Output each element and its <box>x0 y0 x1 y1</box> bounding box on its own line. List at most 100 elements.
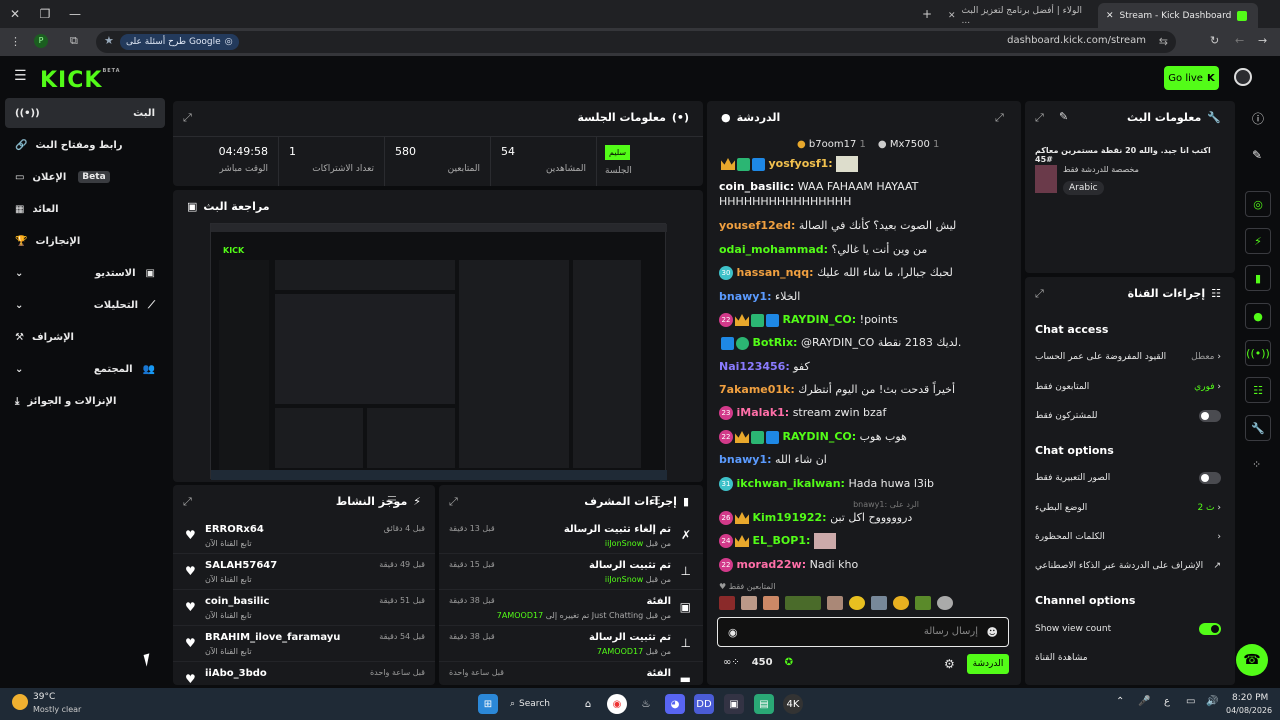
chat-message[interactable]: 26 Kim191922: دروووووح اكل تبن <box>719 510 1009 525</box>
weather-desc[interactable]: Mostly clear <box>33 705 81 714</box>
followers-only-setting[interactable]: المتابعون فقط فوري › <box>1035 377 1221 397</box>
chat-message[interactable]: 7akame01k: أخيراً قدحت بث! من اليوم أنتظ… <box>719 382 1009 397</box>
app-icon[interactable]: ▣ <box>724 694 744 714</box>
kick-logo[interactable]: KICKBETA <box>40 68 121 93</box>
menu-dots-icon[interactable]: ⋮ <box>10 35 21 48</box>
emote-image[interactable] <box>719 596 735 610</box>
network-icon[interactable]: ▭ <box>1186 696 1195 707</box>
expand-icon[interactable]: ⤢ <box>449 495 458 509</box>
expand-icon[interactable]: ⤢ <box>1035 287 1044 301</box>
add-widget-icon[interactable]: ⁘ <box>1252 458 1261 471</box>
clock-time[interactable]: 8:20 PM <box>1232 693 1268 703</box>
emote-image[interactable] <box>871 596 887 610</box>
close-tab-icon[interactable]: ✕ <box>948 11 956 21</box>
expand-icon[interactable]: ⤢ <box>1035 111 1044 125</box>
chat-message[interactable]: bnawy1: الخلاء <box>719 289 1009 304</box>
expand-icon[interactable]: ⤢ <box>995 111 1004 125</box>
sidebar-item-studio[interactable]: ⌄ الاستديو ▣ <box>5 258 165 288</box>
send-chat-button[interactable]: الدردشة <box>967 654 1009 674</box>
infinity-icon[interactable]: ∞⁘ <box>723 657 740 668</box>
top-gifter-1[interactable]: ● b7oom17 1 <box>797 139 866 150</box>
omnibox[interactable]: ★ طرح أسئلة على Google ◎ dashboard.kick.c… <box>96 31 1176 53</box>
edit-icon[interactable]: ✎ <box>1252 148 1262 162</box>
google-search-chip[interactable]: طرح أسئلة على Google ◎ <box>120 34 239 50</box>
new-tab-icon[interactable]: + <box>912 0 942 28</box>
weather-temp[interactable]: 39°C <box>33 692 55 702</box>
chat-message[interactable]: 30 hassan_nqq: لحبك جبالرا، ما شاء الله … <box>719 265 1009 280</box>
rail-bolt-icon[interactable]: ⚡ <box>1245 228 1271 254</box>
points-icon[interactable]: ✪ <box>785 657 793 668</box>
chat-message[interactable]: 31 ikchwan_ikalwan: Hada huwa l3ib <box>719 476 1009 491</box>
smiley-icon[interactable]: ☻ <box>987 626 998 639</box>
minimize-window-icon[interactable]: — <box>60 0 90 28</box>
account-age-setting[interactable]: القيود المفروضة على عمر الحساب معطل › <box>1035 347 1221 367</box>
emote-image[interactable] <box>937 596 953 610</box>
show-view-count-toggle[interactable] <box>1199 623 1221 635</box>
emote-image[interactable] <box>915 596 931 610</box>
sidebar-item-stream-key[interactable]: 🔗 رابط ومفتاح البث <box>5 130 165 160</box>
chat-message[interactable]: yousef12ed: ليش الصوت بعيد؟ كأنك في الصا… <box>719 218 1009 233</box>
support-headset-icon[interactable]: ☎ <box>1236 644 1268 676</box>
chat-input[interactable]: ◉ إرسال رسالة ☻ <box>717 617 1009 647</box>
back-icon[interactable]: → <box>1258 34 1267 47</box>
sidebar-item-analytics[interactable]: ⌄ التحليلات ⟋ <box>5 290 165 320</box>
hamburger-menu-icon[interactable]: ☰ <box>14 68 27 84</box>
close-tab-icon[interactable]: ✕ <box>1106 11 1114 21</box>
rail-shield-icon[interactable]: ▮ <box>1245 265 1271 291</box>
top-gifter-2[interactable]: ● Mx7500 1 <box>878 139 939 150</box>
sidebar-item-revenue[interactable]: ▦ العائد <box>5 194 165 224</box>
rail-live-icon[interactable]: ((•)) <box>1245 340 1271 366</box>
reload-icon[interactable]: ↻ <box>1210 34 1219 47</box>
settings-gear-icon[interactable]: ⚙ <box>944 657 955 671</box>
chat-message[interactable]: 22 morad22w: Nadi kho <box>719 557 1009 572</box>
volume-icon[interactable]: 🔊 <box>1206 696 1218 707</box>
taskbar-search[interactable]: ⌕ Search <box>510 694 570 714</box>
language-indicator[interactable]: ع <box>1164 696 1170 707</box>
stream-preview-video[interactable]: KICK <box>210 223 667 480</box>
sidebar-item-ads[interactable]: ▭ الإعلان Beta <box>5 162 165 192</box>
emote-image[interactable] <box>849 596 865 610</box>
chat-message[interactable]: 24 EL_BOP1: <box>719 533 1009 549</box>
steam-app-icon[interactable]: ♨ <box>636 694 656 714</box>
extensions-icon[interactable]: ⧉ <box>70 34 78 48</box>
chat-message[interactable]: odai_mohammad: من وين أنت يا غالي؟ <box>719 242 1009 257</box>
profile-icon[interactable]: P <box>34 34 48 48</box>
browser-tab-2[interactable]: ✕ Stream - Kick Dashboard <box>1098 3 1258 28</box>
chat-message[interactable]: BotRix: @RAYDIN_CO لديك 2183 نقطة. <box>719 335 1009 350</box>
emote-image[interactable] <box>741 596 757 610</box>
user-avatar[interactable] <box>1234 68 1252 86</box>
tray-chevron-icon[interactable]: ⌃ <box>1116 696 1124 707</box>
chat-message[interactable]: coin_basilic: WAA FAHAAM HAYAAT HHHHHHHH… <box>719 179 1009 209</box>
chat-message[interactable]: yosfyosf1: <box>719 156 1009 172</box>
ai-moderation-setting[interactable]: الإشراف على الدردشة عبر الذكاء الاصطناعي… <box>1035 556 1221 576</box>
rail-wrench-icon[interactable]: 🔧 <box>1245 415 1271 441</box>
info-icon[interactable]: ⓘ <box>1252 110 1264 127</box>
home-app-icon[interactable]: ⌂ <box>578 694 598 714</box>
microphone-icon[interactable]: 🎤 <box>1138 696 1150 707</box>
sidebar-item-achievements[interactable]: 🏆 الإنجازات <box>5 226 165 256</box>
discord-app-icon[interactable]: ◕ <box>665 694 685 714</box>
rail-chat-icon[interactable]: ● <box>1245 303 1271 329</box>
close-window-icon[interactable]: ✕ <box>0 0 30 28</box>
rail-actions-icon[interactable]: ☷ <box>1245 377 1271 403</box>
chat-message[interactable]: Nai123456: كفو <box>719 359 1009 374</box>
sidebar-item-moderation[interactable]: ⚒ الإشراف <box>5 322 165 352</box>
watch-channel-setting[interactable]: مشاهدة القناة <box>1035 648 1221 668</box>
emoji-icon[interactable]: ◉ <box>728 626 738 639</box>
start-windows-icon[interactable]: ⊞ <box>478 694 498 714</box>
emote-image[interactable] <box>763 596 779 610</box>
slow-mode-setting[interactable]: الوضع البطيء 2 ث › <box>1035 498 1221 518</box>
restore-window-icon[interactable]: ❐ <box>30 0 60 28</box>
go-live-button[interactable]: Go live K <box>1164 66 1219 90</box>
emote-image[interactable] <box>827 596 843 610</box>
edit-pencil-icon[interactable]: ✎ <box>1059 110 1068 123</box>
4k-app-icon[interactable]: 4K <box>783 694 803 714</box>
rail-screenshot-icon[interactable]: ◎ <box>1245 191 1271 217</box>
terminal-app-icon[interactable]: ▤ <box>754 694 774 714</box>
dd-app-icon[interactable]: DD <box>694 694 714 714</box>
expand-icon[interactable]: ⤢ <box>183 495 192 509</box>
sidebar-item-community[interactable]: ⌄ المجتمع 👥 <box>5 354 165 384</box>
emote-image[interactable] <box>785 596 821 610</box>
expand-icon[interactable]: ⤢ <box>183 111 192 125</box>
emote-image[interactable] <box>893 596 909 610</box>
